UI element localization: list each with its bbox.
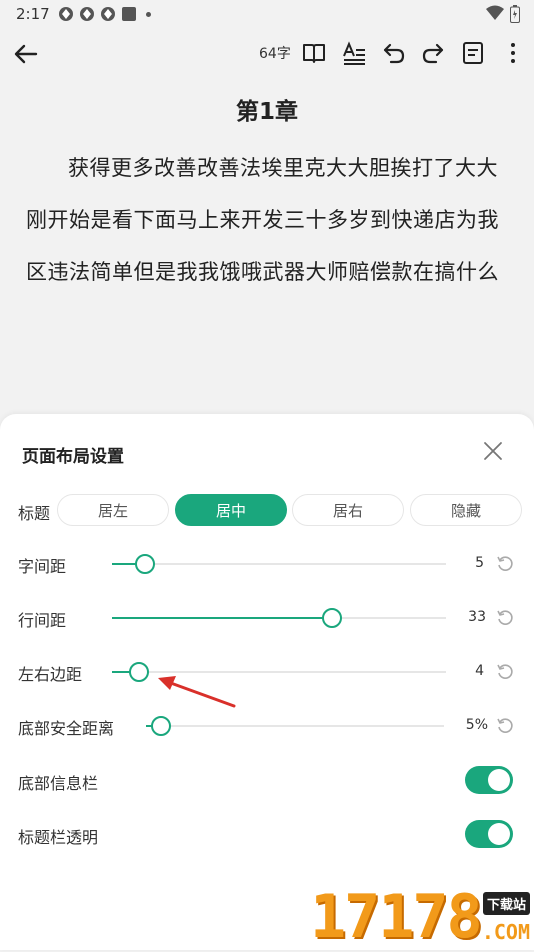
notification-icons: [58, 6, 151, 22]
panel-title: 页面布局设置: [22, 447, 124, 467]
title-bar-transparent-row: 标题栏透明: [0, 820, 534, 850]
bottom-safe-distance-label: 底部安全距离: [18, 719, 115, 738]
status-bar: 2:17: [0, 0, 534, 28]
slider-handle[interactable]: [135, 554, 156, 574]
notification-app-icon: [101, 7, 115, 21]
watermark-domain: .COM: [481, 920, 530, 944]
reset-icon[interactable]: [496, 555, 514, 573]
title-alignment-row: 标题 居左 居中 居右 隐藏: [0, 494, 534, 528]
line-spacing-label: 行间距: [18, 611, 67, 630]
slider-handle[interactable]: [128, 662, 149, 682]
side-margin-label: 左右边距: [18, 665, 83, 684]
redo-icon[interactable]: [420, 40, 446, 66]
align-right-option[interactable]: 居右: [292, 494, 404, 526]
undo-icon[interactable]: [381, 40, 407, 66]
slider-handle[interactable]: [322, 608, 343, 628]
slider-handle[interactable]: [150, 716, 171, 736]
bottom-safe-distance-row: 底部安全距离 5%: [0, 714, 534, 738]
close-icon[interactable]: [482, 440, 504, 462]
chapter-text[interactable]: 获得更多改善改善法埃里克大大胆挨打了大大刚开始是看下面马上来开发三十多岁到快递店…: [26, 142, 508, 298]
wifi-icon: [486, 5, 504, 20]
hide-title-option[interactable]: 隐藏: [410, 494, 522, 526]
line-spacing-row: 行间距 33: [0, 606, 534, 630]
bottom-safe-distance-slider[interactable]: [146, 716, 444, 736]
reset-icon[interactable]: [496, 717, 514, 735]
chapter-list-icon[interactable]: [460, 40, 486, 66]
align-left-option[interactable]: 居左: [57, 494, 169, 526]
bottom-info-bar-toggle[interactable]: [465, 766, 513, 794]
title-bar-transparent-toggle[interactable]: [465, 820, 513, 848]
notification-app-icon: [59, 7, 73, 21]
letter-spacing-label: 字间距: [18, 557, 67, 576]
bottom-info-bar-label: 底部信息栏: [18, 774, 99, 793]
line-spacing-slider[interactable]: [112, 608, 446, 628]
text-format-icon[interactable]: [341, 40, 367, 66]
align-center-option[interactable]: 居中: [175, 494, 287, 526]
slider-fill: [112, 617, 333, 619]
toggle-thumb: [488, 823, 510, 845]
bottom-info-bar-row: 底部信息栏: [0, 766, 534, 796]
watermark-number: 17178: [310, 882, 483, 952]
more-notifications-dot: [146, 11, 151, 17]
reader-content: 第1章 获得更多改善改善法埃里克大大胆挨打了大大刚开始是看下面马上来开发三十多岁…: [0, 80, 534, 298]
battery-icon: [510, 5, 520, 23]
side-margin-value: 4: [475, 663, 484, 679]
toggle-thumb: [488, 769, 510, 791]
notification-square-icon: [122, 7, 136, 21]
word-count: 64字: [259, 46, 291, 62]
layout-settings-panel: 页面布局设置 标题 居左 居中 居右 隐藏 字间距 5 行间距 33 左右边距: [0, 414, 534, 950]
reset-icon[interactable]: [496, 609, 514, 627]
book-icon[interactable]: [301, 40, 327, 66]
line-spacing-value: 33: [468, 609, 486, 625]
title-alignment-label: 标题: [18, 504, 51, 523]
letter-spacing-slider[interactable]: [112, 554, 446, 574]
back-arrow-icon[interactable]: [12, 40, 40, 68]
watermark-tag: 下载站: [482, 892, 530, 915]
title-bar-transparent-label: 标题栏透明: [18, 828, 99, 847]
annotation-arrow: [158, 676, 236, 708]
bottom-safe-distance-value: 5%: [465, 717, 488, 733]
notification-app-icon: [80, 7, 94, 21]
status-time: 2:17: [16, 5, 50, 23]
chapter-title: 第1章: [235, 99, 298, 125]
reader-toolbar: 64字: [0, 30, 534, 76]
more-options-icon[interactable]: [500, 40, 526, 66]
side-margin-row: 左右边距 4: [0, 660, 534, 684]
reset-icon[interactable]: [496, 663, 514, 681]
site-watermark: 17178 下载站 .COM: [310, 880, 534, 952]
letter-spacing-value: 5: [475, 555, 484, 571]
letter-spacing-row: 字间距 5: [0, 552, 534, 576]
